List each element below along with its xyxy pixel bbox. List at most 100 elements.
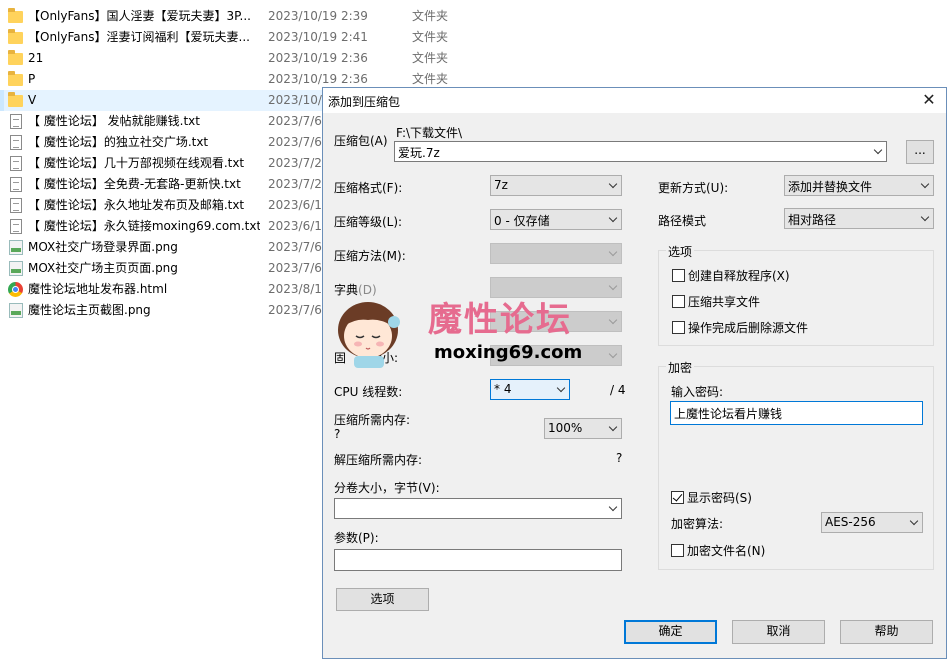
update-mode-combo[interactable]: 添加并替换文件 (784, 175, 934, 196)
watermark-url: moxing69.com (434, 342, 583, 363)
folder-icon (8, 29, 24, 45)
decompress-memory-value: ? (616, 451, 623, 465)
params-label: 参数(P): (334, 531, 379, 545)
file-name: P (28, 72, 36, 86)
memory-label: 压缩所需内存: (334, 413, 411, 427)
path-mode-combo[interactable]: 相对路径 (784, 208, 934, 229)
sfx-checkbox[interactable]: 创建自释放程序(X) (672, 267, 790, 284)
chevron-down-icon (874, 147, 882, 155)
path-mode-label: 路径模式 (658, 214, 707, 228)
decompress-memory-label: 解压缩所需内存: (334, 453, 423, 467)
file-name: 【OnlyFans】淫妻订阅福利【爱玩夫妻... (28, 30, 250, 44)
txt-file-icon (8, 177, 24, 192)
txt-file-icon (8, 198, 24, 213)
file-name: MOX社交广场主页页面.png (28, 261, 178, 275)
options-group-title: 选项 (666, 243, 695, 260)
watermark-title: 魔性论坛 (428, 300, 572, 340)
chevron-down-icon (910, 518, 918, 526)
path-mode-value: 相对路径 (788, 213, 837, 227)
file-date: 2023/10/19 2:36 (268, 51, 368, 65)
chevron-down-icon (609, 317, 617, 325)
cancel-button[interactable]: 取消 (732, 620, 825, 644)
file-name: 魔性论坛主页截图.png (28, 303, 151, 317)
folder-icon (8, 71, 24, 87)
checkbox-box (672, 321, 685, 334)
png-file-icon (8, 240, 24, 255)
help-button[interactable]: 帮助 (840, 620, 933, 644)
archive-name-value: 爱玩.7z (398, 146, 440, 160)
browse-button[interactable]: ... (906, 140, 934, 164)
file-list-item[interactable]: 【OnlyFans】淫妻订阅福利【爱玩夫妻... 2023/10/19 2:41 文… (0, 27, 947, 48)
format-label: 压缩格式(F): (334, 181, 403, 195)
folder-icon (8, 8, 24, 24)
file-date: 2023/10/19 2:41 (268, 30, 368, 44)
encryption-group-title: 加密 (666, 359, 695, 376)
checkbox-box (672, 295, 685, 308)
level-label: 压缩等级(L): (334, 215, 403, 229)
threads-value: * 4 (494, 382, 512, 396)
method-combo (490, 243, 622, 264)
dialog-title: 添加到压缩包 (328, 95, 401, 109)
png-file-icon (8, 261, 24, 276)
file-list-item[interactable]: 21 2023/10/19 2:36 文件夹 (0, 48, 947, 69)
encryption-group: 加密 输入密码: 上魔性论坛看片赚钱 显示密码(S) 加密算法: AES-256… (658, 359, 934, 570)
update-mode-label: 更新方式(U): (658, 181, 729, 195)
archive-path: F:\下载文件\ (396, 126, 463, 140)
file-name: 【 魔性论坛】全免费-无套路-更新快.txt (28, 177, 241, 191)
file-date: 2023/7/6 (268, 303, 322, 317)
file-type: 文件夹 (412, 30, 449, 44)
watermark: 魔性论坛 moxing69.com (330, 288, 590, 372)
level-combo[interactable]: 0 - 仅存储 (490, 209, 622, 230)
encryption-method-combo[interactable]: AES-256 (821, 512, 923, 533)
file-name: 【 魔性论坛】的独立社交广场.txt (28, 135, 209, 149)
file-date: 2023/7/6 (268, 135, 322, 149)
file-date: 2023/10/19 2:39 (268, 9, 368, 23)
file-name: 21 (28, 51, 44, 65)
memory-percent-combo[interactable]: 100% (544, 418, 622, 439)
file-name: V (28, 93, 37, 107)
file-name: 【 魔性论坛】永久地址发布页及邮箱.txt (28, 198, 245, 212)
file-date: 2023/6/1 (268, 198, 322, 212)
split-label: 分卷大小，字节(V): (334, 481, 440, 495)
checkbox-box (671, 544, 684, 557)
archive-name-combo[interactable]: 爱玩.7z (394, 141, 887, 162)
checkbox-box (672, 269, 685, 282)
encrypt-filenames-checkbox[interactable]: 加密文件名(N) (671, 542, 765, 559)
split-size-combo[interactable] (334, 498, 622, 519)
ok-button[interactable]: 确定 (624, 620, 717, 644)
file-name: 魔性论坛地址发布器.html (28, 282, 168, 296)
password-input[interactable]: 上魔性论坛看片赚钱 (670, 401, 923, 425)
file-name: 【 魔性论坛】 发帖就能赚钱.txt (28, 114, 200, 128)
options-button[interactable]: 选项 (336, 588, 429, 611)
password-value: 上魔性论坛看片赚钱 (674, 407, 783, 421)
show-password-checkbox[interactable]: 显示密码(S) (671, 489, 752, 506)
close-icon[interactable]: ✕ (912, 88, 946, 113)
memory-value: ? (334, 427, 341, 441)
options-group: 选项 创建自释放程序(X) 压缩共享文件 操作完成后删除源文件 (658, 243, 934, 346)
chevron-down-icon (609, 504, 617, 512)
threads-combo[interactable]: * 4 (490, 379, 570, 400)
params-input[interactable] (334, 549, 622, 571)
method-label: 压缩方法(M): (334, 249, 406, 263)
chevron-down-icon (557, 385, 565, 393)
png-file-icon (8, 303, 24, 318)
archive-label: 压缩包(A) (334, 134, 388, 148)
file-date: 2023/10/ (268, 93, 322, 107)
memory-percent-value: 100% (548, 421, 583, 435)
threads-total: / 4 (610, 383, 626, 397)
checkbox-box (671, 491, 684, 504)
file-date: 2023/7/2 (268, 177, 322, 191)
file-list-item[interactable]: 【OnlyFans】国人淫妻【爱玩夫妻】3P... 2023/10/19 2:39… (0, 6, 947, 27)
folder-icon (8, 92, 24, 108)
chevron-down-icon (921, 214, 929, 222)
delete-after-checkbox[interactable]: 操作完成后删除源文件 (672, 319, 808, 336)
txt-file-icon (8, 114, 24, 129)
chevron-down-icon (609, 424, 617, 432)
file-date: 2023/7/6 (268, 240, 322, 254)
chevron-down-icon (921, 181, 929, 189)
format-value: 7z (494, 178, 508, 192)
shared-files-checkbox[interactable]: 压缩共享文件 (672, 293, 760, 310)
format-combo[interactable]: 7z (490, 175, 622, 196)
file-date: 2023/7/6 (268, 261, 322, 275)
password-label: 输入密码: (671, 385, 724, 399)
